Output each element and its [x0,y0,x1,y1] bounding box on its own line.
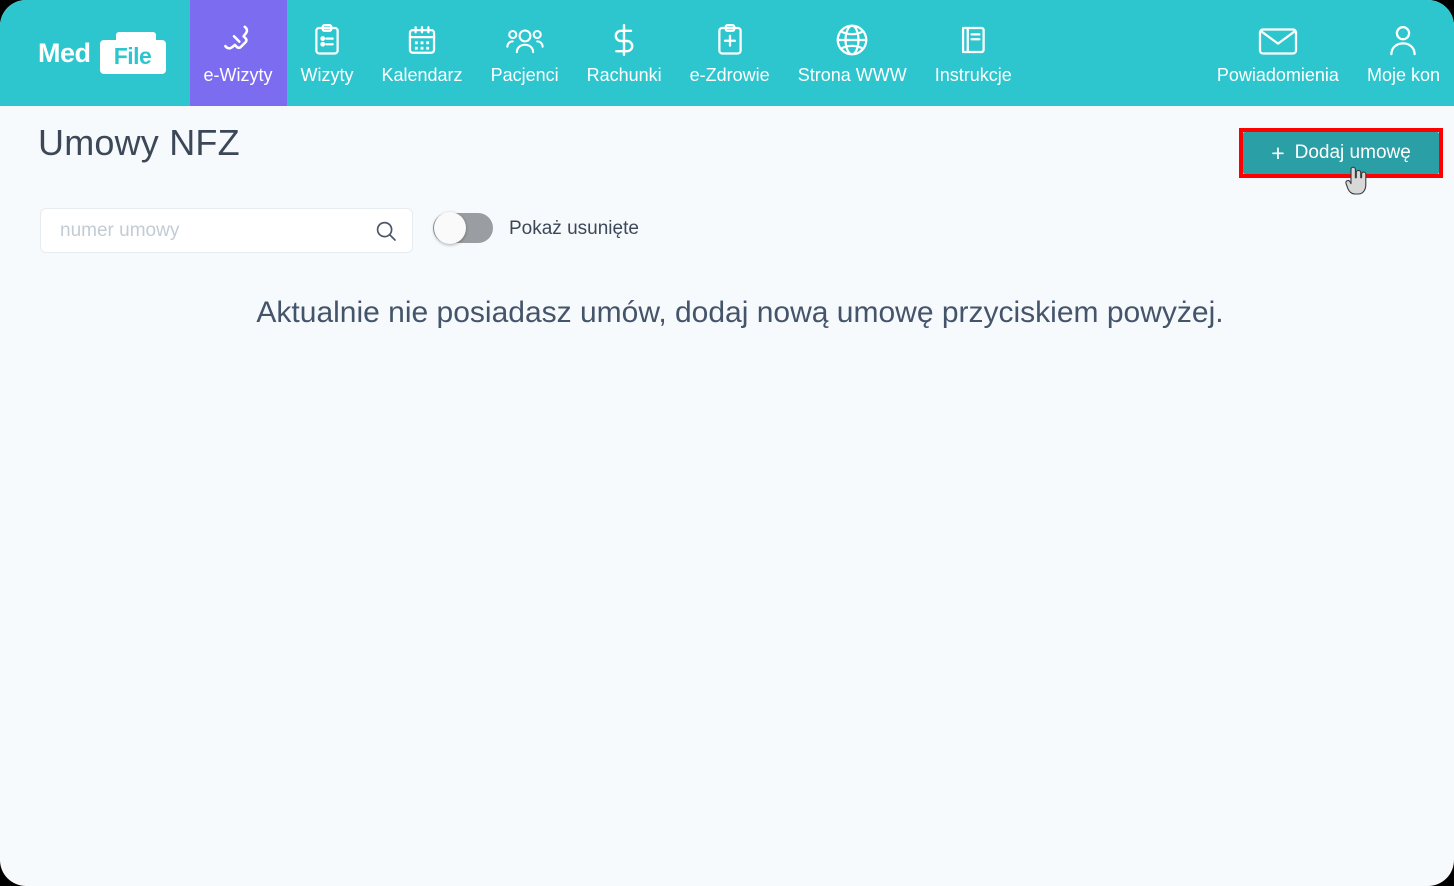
filter-row: Pokaż usunięte [0,208,1454,256]
nav-item-e-wizyty[interactable]: e-Wizyty [189,0,287,106]
nav-label-instrukcje: Instrukcje [934,65,1012,85]
phone-call-icon [220,20,256,60]
logo-folder-body: File [99,40,166,74]
toggle-knob [434,212,466,244]
user-account-icon [1386,20,1420,60]
nav-label-moje-konto: Moje kon [1366,65,1440,85]
nav-item-wizyty[interactable]: Wizyty [287,0,368,106]
nav-item-e-zdrowie[interactable]: e-Zdrowie [676,0,784,106]
logo-folder-icon: File [99,32,166,74]
nav-label-wizyty: Wizyty [300,65,354,85]
nav-item-moje-konto[interactable]: Moje kon [1353,0,1454,106]
application-window: Med File e-Wizyty Wizyty Kalendarz Pacje… [0,0,1454,886]
clipboard-plus-icon [713,20,747,60]
dollar-sign-icon [607,20,641,60]
clipboard-list-icon [310,20,344,60]
empty-state-message: Aktualnie nie posiadasz umów, dodaj nową… [256,296,1224,329]
nav-item-pacjenci[interactable]: Pacjenci [477,0,573,106]
add-contract-label: Dodaj umowę [1294,142,1411,163]
plus-icon: + [1271,139,1285,166]
calendar-icon [405,20,439,60]
nav-label-strona-www: Strona WWW [797,65,907,85]
users-group-icon [505,20,544,60]
search-input[interactable] [41,209,371,252]
nav-item-instrukcje[interactable]: Instrukcje [921,0,1026,106]
book-icon [956,20,990,60]
nav-label-rachunki: Rachunki [586,65,662,85]
search-icon[interactable] [374,219,398,248]
page-header: Umowy NFZ [0,106,1454,192]
show-deleted-label: Pokaż usunięte [509,218,639,239]
nav-label-e-zdrowie: e-Zdrowie [689,65,770,85]
page-title: Umowy NFZ [38,122,240,163]
nav-item-rachunki[interactable]: Rachunki [573,0,676,106]
nav-item-strona-www[interactable]: Strona WWW [784,0,921,106]
nav-label-pacjenci: Pacjenci [490,65,559,85]
nav-label-kalendarz: Kalendarz [381,65,463,85]
nav-item-kalendarz[interactable]: Kalendarz [368,0,477,106]
globe-icon [834,20,870,60]
add-contract-button[interactable]: + Dodaj umowę [1243,132,1439,174]
logo-text-file: File [113,42,152,69]
medfile-logo[interactable]: Med File [0,0,190,106]
nav-item-powiadomienia[interactable]: Powiadomienia [1203,0,1353,106]
nav-label-e-wizyty: e-Wizyty [203,65,273,85]
nav-label-powiadomienia: Powiadomienia [1216,65,1339,85]
envelope-icon [1257,20,1299,60]
show-deleted-toggle[interactable] [433,212,493,244]
search-field-wrapper [40,208,413,253]
logo-text-med: Med [38,37,91,68]
top-navigation-bar: Med File e-Wizyty Wizyty Kalendarz Pacje… [0,0,1454,106]
